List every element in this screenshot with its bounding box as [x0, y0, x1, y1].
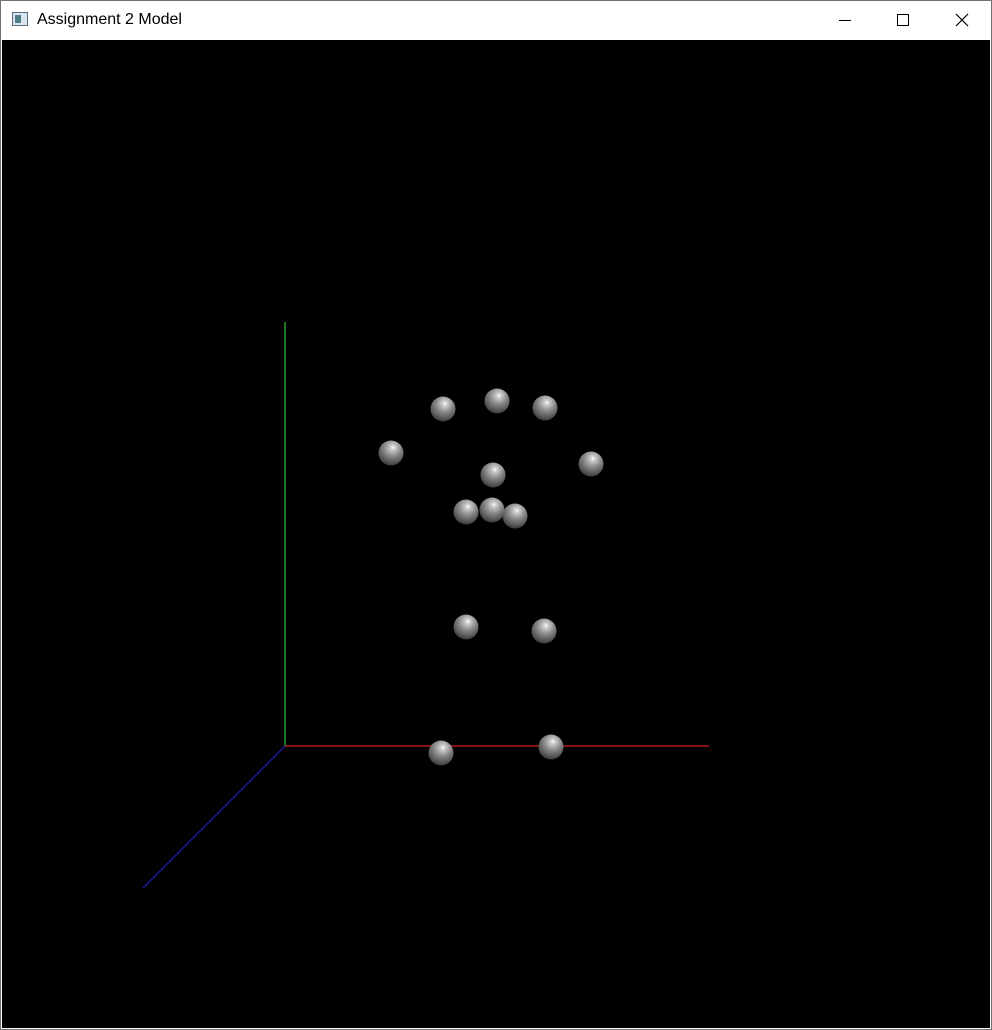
- sphere: [453, 614, 479, 640]
- window-title: Assignment 2 Model: [37, 11, 182, 28]
- sphere: [453, 499, 479, 525]
- close-icon: [955, 13, 969, 27]
- sphere: [484, 388, 510, 414]
- app-window: Assignment 2 Model: [0, 0, 992, 1030]
- app-icon: [12, 12, 28, 26]
- scene-canvas: [2, 40, 990, 1028]
- maximize-icon: [897, 14, 909, 26]
- sphere: [538, 734, 564, 760]
- sphere: [532, 395, 558, 421]
- sphere: [480, 462, 506, 488]
- maximize-button[interactable]: [874, 1, 932, 39]
- title-bar[interactable]: Assignment 2 Model: [1, 1, 991, 39]
- sphere: [502, 503, 528, 529]
- sphere: [531, 618, 557, 644]
- close-button[interactable]: [932, 1, 990, 39]
- render-viewport[interactable]: [2, 40, 990, 1028]
- minimize-icon: [839, 20, 851, 21]
- sphere: [430, 396, 456, 422]
- sphere: [378, 440, 404, 466]
- sphere: [428, 740, 454, 766]
- minimize-button[interactable]: [816, 1, 874, 39]
- sphere: [578, 451, 604, 477]
- sphere: [479, 497, 505, 523]
